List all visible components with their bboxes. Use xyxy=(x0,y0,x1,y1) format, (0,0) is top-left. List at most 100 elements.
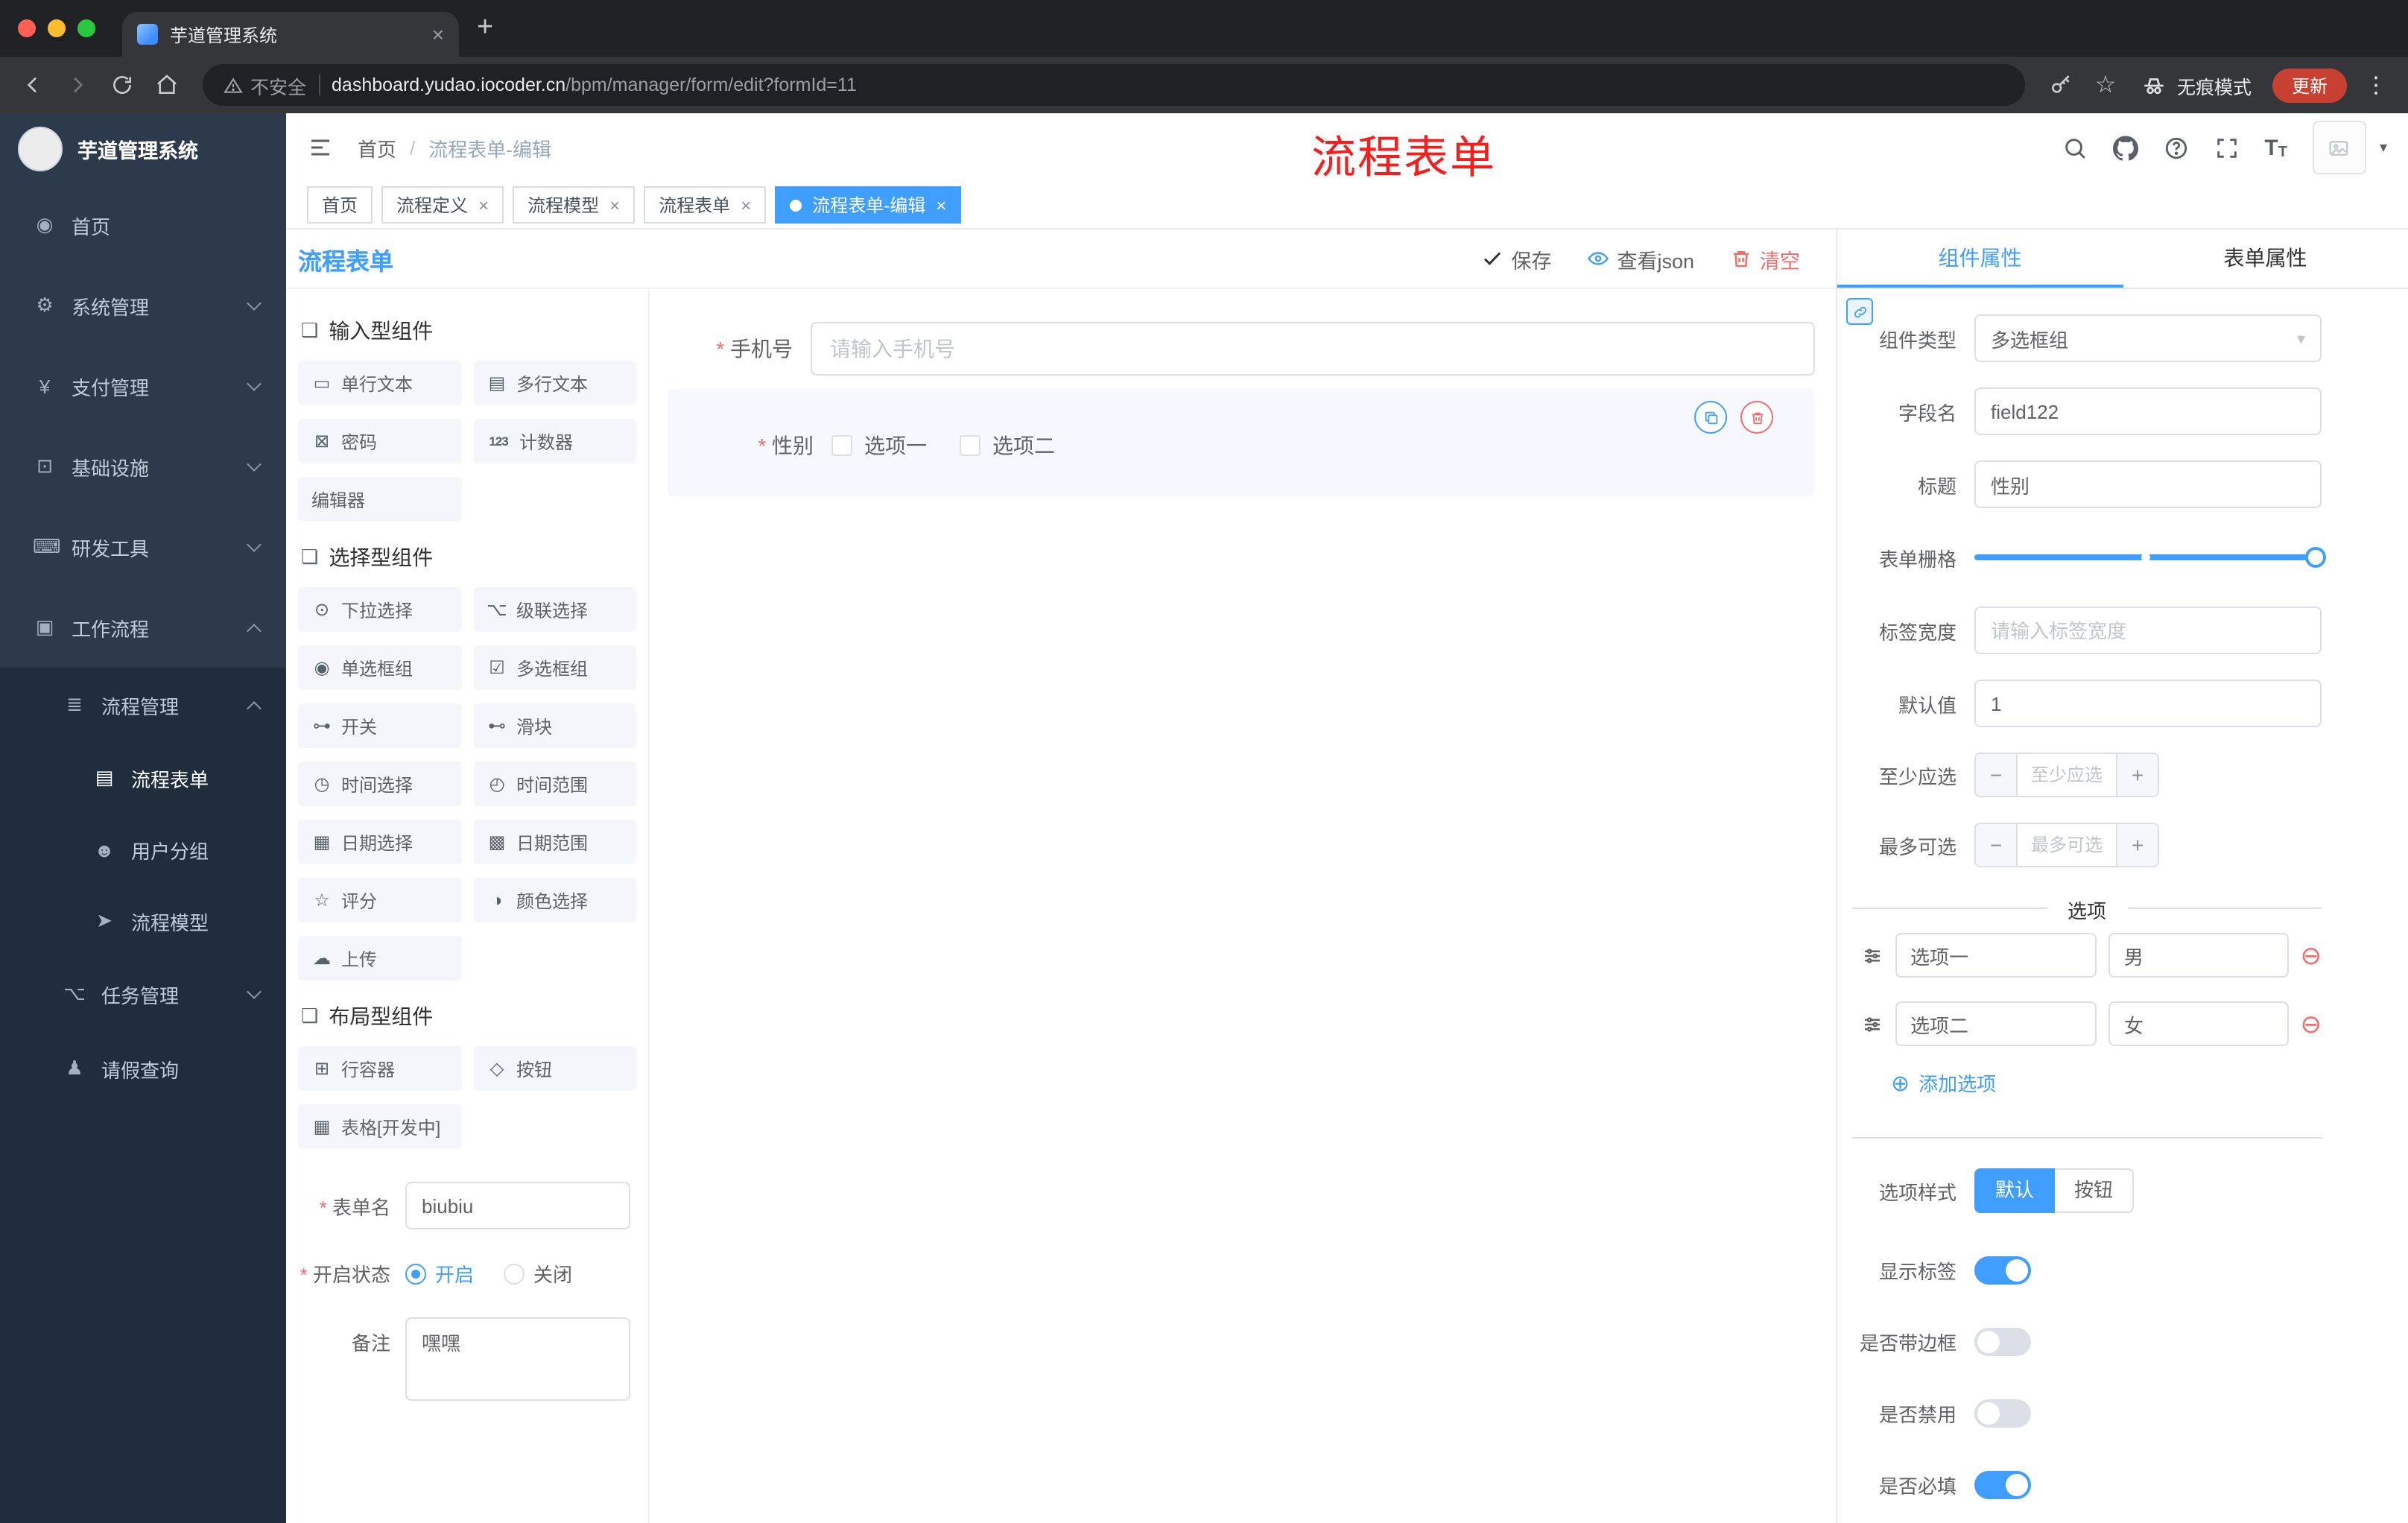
remark-textarea[interactable]: 嘿嘿 xyxy=(405,1317,630,1401)
palette-item-table[interactable]: ▦ 表格[开发中] xyxy=(298,1104,461,1149)
palette-item-color-picker[interactable]: ◑ 颜色选择 xyxy=(473,878,636,922)
forward-icon[interactable] xyxy=(57,64,98,106)
option-label-input[interactable] xyxy=(1895,933,2097,978)
security-badge[interactable]: 不安全 xyxy=(224,71,306,99)
decrease-button[interactable]: − xyxy=(1976,754,2018,796)
github-icon[interactable] xyxy=(2112,135,2138,160)
save-button[interactable]: 保存 xyxy=(1481,244,1551,273)
palette-item-password[interactable]: ⊠ 密码 xyxy=(298,419,461,463)
show-label-toggle[interactable] xyxy=(1974,1256,2031,1285)
palette-item-time-range[interactable]: ◴ 时间范围 xyxy=(473,762,636,806)
slider-handle[interactable] xyxy=(2305,547,2326,568)
sidebar-item-system[interactable]: ⚙ 系统管理 xyxy=(0,265,286,346)
palette-item-time-picker[interactable]: ◷ 时间选择 xyxy=(298,762,461,806)
link-button[interactable] xyxy=(1846,298,1873,325)
remove-option-icon[interactable]: ⊖ xyxy=(2301,943,2322,968)
hamburger-icon[interactable] xyxy=(307,134,334,161)
component-type-select[interactable]: 多选框组 ▾ xyxy=(1974,314,2322,362)
minimize-window-button[interactable] xyxy=(48,19,66,37)
tag-process-model[interactable]: 流程模型 × xyxy=(513,186,636,224)
sidebar-item-infra[interactable]: ⊡ 基础设施 xyxy=(0,426,286,507)
help-icon[interactable] xyxy=(2163,135,2188,160)
title-input[interactable] xyxy=(1974,460,2322,508)
border-toggle[interactable] xyxy=(1974,1328,2031,1356)
sidebar-item-home[interactable]: ◉ 首页 xyxy=(0,185,286,265)
address-bar[interactable]: 不安全 dashboard.yudao.iocoder.cn/bpm/manag… xyxy=(203,64,2025,106)
palette-item-dropdown[interactable]: ⊙ 下拉选择 xyxy=(298,587,461,632)
font-size-icon[interactable]: TT xyxy=(2264,135,2287,160)
home-icon[interactable] xyxy=(146,64,188,106)
search-icon[interactable] xyxy=(2062,135,2087,160)
palette-item-switch[interactable]: ⊶ 开关 xyxy=(298,703,461,748)
palette-item-date-range[interactable]: ▩ 日期范围 xyxy=(473,820,636,864)
style-button-button[interactable]: 按钮 xyxy=(2055,1168,2135,1213)
tab-component-props[interactable]: 组件属性 xyxy=(1837,229,2123,288)
breadcrumb-home[interactable]: 首页 xyxy=(358,133,396,162)
browser-menu-icon[interactable]: ⋮ xyxy=(2356,72,2396,98)
status-on-radio[interactable] xyxy=(405,1263,426,1284)
avatar-caret-icon[interactable]: ▾ xyxy=(2380,139,2387,156)
status-off-radio[interactable] xyxy=(504,1263,525,1284)
palette-item-cascader[interactable]: ⌥ 级联选择 xyxy=(473,587,636,632)
option2-checkbox[interactable] xyxy=(960,435,980,456)
sidebar-item-workflow[interactable]: ▣ 工作流程 xyxy=(0,587,286,668)
palette-item-row-container[interactable]: ⊞ 行容器 xyxy=(298,1046,461,1091)
max-select-input[interactable] xyxy=(2018,824,2116,866)
palette-item-slider[interactable]: ⊷ 滑块 xyxy=(473,703,636,748)
close-icon[interactable]: × xyxy=(478,194,489,215)
password-key-icon[interactable] xyxy=(2040,64,2082,106)
sidebar-item-process-model[interactable]: ➤ 流程模型 xyxy=(0,885,286,957)
required-toggle[interactable] xyxy=(1974,1471,2031,1499)
palette-item-multi-line-text[interactable]: ▤ 多行文本 xyxy=(473,361,636,405)
phone-field-row[interactable]: 手机号 xyxy=(668,322,1815,376)
tab-form-props[interactable]: 表单属性 xyxy=(2123,229,2408,288)
tag-process-definition[interactable]: 流程定义 × xyxy=(381,186,504,224)
sidebar-item-devtools[interactable]: ⌨ 研发工具 xyxy=(0,507,286,587)
palette-item-counter[interactable]: 123 计数器 xyxy=(473,419,636,463)
palette-item-radio-group[interactable]: ◉ 单选框组 xyxy=(298,645,461,690)
form-canvas[interactable]: 手机号 xyxy=(650,289,1836,1523)
palette-item-checkbox-group[interactable]: ☑ 多选框组 xyxy=(473,645,636,690)
reload-icon[interactable] xyxy=(101,64,143,106)
label-width-input[interactable] xyxy=(1974,607,2322,654)
close-icon[interactable]: × xyxy=(609,194,620,215)
disabled-toggle[interactable] xyxy=(1974,1399,2031,1428)
option1-checkbox[interactable] xyxy=(831,435,852,456)
maximize-window-button[interactable] xyxy=(77,19,95,37)
tag-process-form[interactable]: 流程表单 × xyxy=(644,186,767,224)
drag-handle-icon[interactable] xyxy=(1861,944,1883,966)
form-grid-slider[interactable] xyxy=(1974,533,2326,581)
form-name-input[interactable] xyxy=(405,1182,630,1229)
palette-item-single-line-text[interactable]: ▭ 单行文本 xyxy=(298,361,461,405)
palette-item-editor[interactable]: 编辑器 xyxy=(298,477,461,522)
drag-handle-icon[interactable] xyxy=(1861,1013,1883,1035)
option-value-input[interactable] xyxy=(2108,933,2289,978)
view-json-button[interactable]: 查看json xyxy=(1587,244,1694,273)
slider-track[interactable] xyxy=(1974,547,2326,568)
field-name-input[interactable] xyxy=(1974,387,2322,435)
close-window-button[interactable] xyxy=(18,19,36,37)
gender-field-row[interactable]: 性别 选项一 选项二 xyxy=(668,389,1815,496)
fullscreen-icon[interactable] xyxy=(2214,135,2239,160)
copy-component-button[interactable] xyxy=(1694,401,1727,434)
increase-button[interactable]: + xyxy=(2116,824,2158,866)
tag-home[interactable]: 首页 xyxy=(307,186,373,224)
sidebar-item-payment[interactable]: ¥ 支付管理 xyxy=(0,346,286,426)
style-default-button[interactable]: 默认 xyxy=(1974,1168,2056,1213)
palette-item-rate[interactable]: ☆ 评分 xyxy=(298,878,461,922)
close-icon[interactable]: × xyxy=(936,194,946,215)
sidebar-item-process-form[interactable]: ▤ 流程表单 xyxy=(0,742,286,814)
option-value-input[interactable] xyxy=(2108,1001,2289,1046)
delete-component-button[interactable] xyxy=(1740,401,1773,434)
remove-option-icon[interactable]: ⊖ xyxy=(2301,1011,2322,1036)
option-label-input[interactable] xyxy=(1895,1001,2097,1046)
clear-button[interactable]: 清空 xyxy=(1730,244,1800,273)
min-select-input[interactable] xyxy=(2018,754,2116,796)
tab-close-icon[interactable]: × xyxy=(432,22,444,46)
sidebar-item-user-group[interactable]: ☻ 用户分组 xyxy=(0,814,286,885)
palette-item-button[interactable]: ◇ 按钮 xyxy=(473,1046,636,1091)
phone-input[interactable] xyxy=(811,322,1815,376)
sidebar-item-leave-query[interactable]: ♟ 请假查询 xyxy=(0,1031,286,1106)
default-value-input[interactable] xyxy=(1974,680,2322,727)
sidebar-item-process-management[interactable]: ≣ 流程管理 xyxy=(0,668,286,742)
